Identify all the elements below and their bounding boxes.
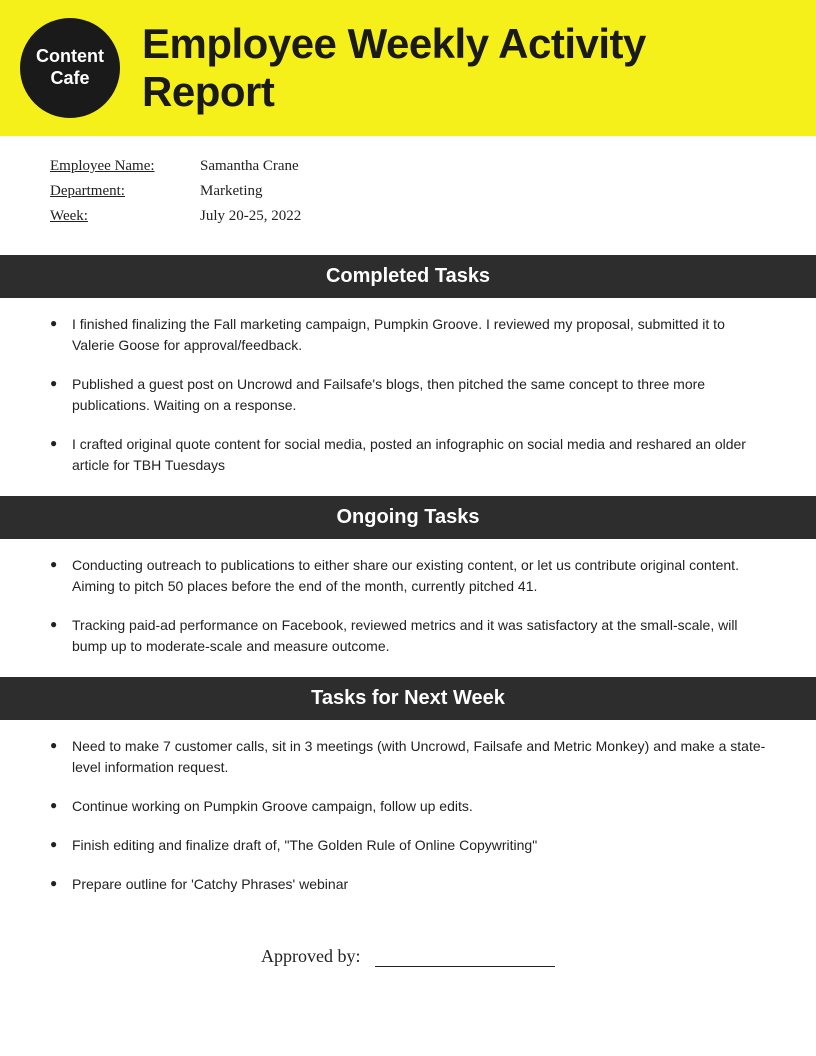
logo: Content Cafe — [20, 18, 120, 118]
week-value: July 20-25, 2022 — [200, 208, 301, 225]
list-item: Published a guest post on Uncrowd and Fa… — [50, 374, 766, 416]
list-item: Prepare outline for 'Catchy Phrases' web… — [50, 874, 766, 895]
approved-section: Approved by: — [0, 915, 816, 1007]
next-week-tasks-header: Tasks for Next Week — [0, 677, 816, 720]
employee-info-section: Employee Name: Samantha Crane Department… — [0, 136, 816, 255]
name-value: Samantha Crane — [200, 158, 299, 175]
page-title: Employee Weekly Activity Report — [142, 20, 786, 116]
approved-label: Approved by: — [261, 946, 360, 966]
list-item: Finish editing and finalize draft of, "T… — [50, 835, 766, 856]
list-item: Conducting outreach to publications to e… — [50, 555, 766, 597]
department-row: Department: Marketing — [50, 183, 766, 200]
list-item: I finished finalizing the Fall marketing… — [50, 314, 766, 356]
logo-text: Content Cafe — [36, 46, 104, 89]
ongoing-tasks-header: Ongoing Tasks — [0, 496, 816, 539]
name-label: Employee Name: — [50, 158, 200, 175]
completed-tasks-header: Completed Tasks — [0, 255, 816, 298]
page-header: Content Cafe Employee Weekly Activity Re… — [0, 0, 816, 136]
week-label: Week: — [50, 208, 200, 225]
list-item: Continue working on Pumpkin Groove campa… — [50, 796, 766, 817]
approved-line — [375, 945, 555, 967]
list-item: I crafted original quote content for soc… — [50, 434, 766, 476]
next-week-tasks-list: Need to make 7 customer calls, sit in 3 … — [0, 720, 816, 915]
week-row: Week: July 20-25, 2022 — [50, 208, 766, 225]
employee-name-row: Employee Name: Samantha Crane — [50, 158, 766, 175]
department-label: Department: — [50, 183, 200, 200]
completed-tasks-list: I finished finalizing the Fall marketing… — [0, 298, 816, 496]
ongoing-tasks-list: Conducting outreach to publications to e… — [0, 539, 816, 677]
department-value: Marketing — [200, 183, 262, 200]
list-item: Tracking paid-ad performance on Facebook… — [50, 615, 766, 657]
list-item: Need to make 7 customer calls, sit in 3 … — [50, 736, 766, 778]
